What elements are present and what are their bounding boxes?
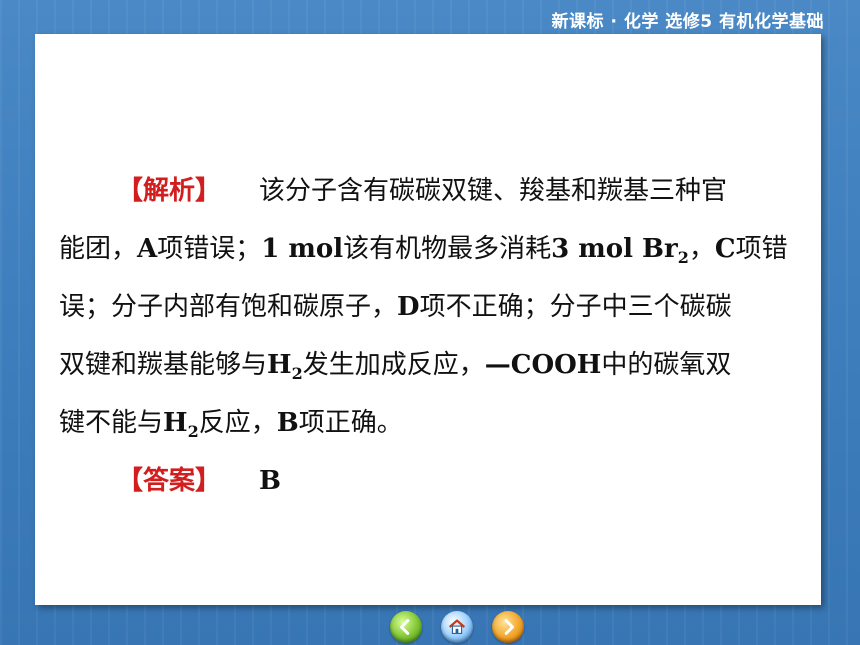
next-button[interactable] <box>492 611 524 643</box>
navigation-bar <box>390 611 524 643</box>
back-arrow-icon <box>399 619 410 635</box>
slide-content: 【解析】 该分子含有碳碳双键、羧基和羰基三种官 能团，A项错误；1 mol该有机物… <box>59 162 819 510</box>
answer-value: B <box>259 466 281 496</box>
analysis-paragraph: 【解析】 该分子含有碳碳双键、羧基和羰基三种官 能团，A项错误；1 mol该有机物… <box>59 162 819 452</box>
slide-panel: 【解析】 该分子含有碳碳双键、羧基和羰基三种官 能团，A项错误；1 mol该有机物… <box>35 34 821 605</box>
answer-tag: 【答案】 <box>117 466 222 496</box>
course-title: 新课标 · 化学 选修5 有机化学基础 <box>551 12 824 32</box>
answer-paragraph: 【答案】 B <box>59 452 819 510</box>
home-icon <box>448 619 466 634</box>
analysis-line-5: 键不能与H2反应，B项正确。 <box>59 408 403 441</box>
analysis-line-2: 能团，A项错误；1 mol该有机物最多消耗3 mol Br2，C项错 <box>59 234 788 267</box>
analysis-line-4: 双键和羰基能够与H2发生加成反应，—COOH中的碳氧双 <box>59 350 732 383</box>
analysis-line-3: 误；分子内部有饱和碳原子，D项不正确；分子中三个碳碳 <box>59 292 732 322</box>
analysis-tag: 【解析】 <box>117 176 222 206</box>
forward-arrow-icon <box>504 619 515 635</box>
home-button[interactable] <box>441 611 473 643</box>
previous-button[interactable] <box>390 611 422 643</box>
analysis-line-1: 该分子含有碳碳双键、羧基和羰基三种官 <box>259 176 728 206</box>
